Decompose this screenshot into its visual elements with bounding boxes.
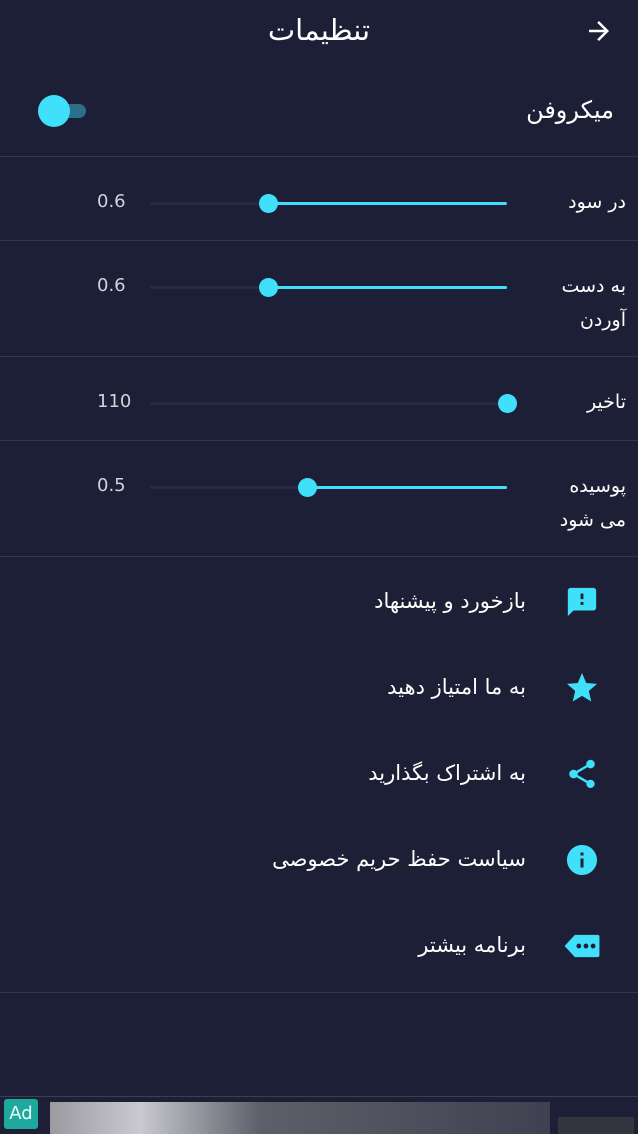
toggle-knob[interactable]: [38, 95, 70, 127]
slider-value: 110: [97, 391, 132, 412]
decay-slider[interactable]: [150, 472, 507, 502]
microphone-label: میکروفن: [526, 96, 614, 124]
slider-label: به دست آوردن: [561, 275, 626, 331]
menu-item-label: سیاست حفظ حریم خصوصی: [272, 847, 526, 871]
slider-label: در سود: [568, 191, 626, 213]
info-icon: [562, 840, 602, 880]
slider-value: 0.6: [97, 275, 126, 296]
ad-side-block: [558, 1117, 634, 1134]
more-apps-icon: [562, 926, 602, 966]
settings-screen: تنظیمات میکروفن در سود 0.6 به دست آوردن: [0, 0, 638, 1134]
slider-fill: [267, 286, 507, 289]
app-bar: تنظیمات: [0, 0, 638, 62]
slider-thumb[interactable]: [258, 194, 278, 213]
ad-image[interactable]: [50, 1102, 550, 1134]
profit-slider[interactable]: [150, 188, 507, 218]
share-icon: [562, 754, 602, 794]
menu-item-privacy[interactable]: سیاست حفظ حریم خصوصی: [0, 815, 638, 901]
ad-badge: Ad: [4, 1099, 38, 1129]
menu-item-feedback[interactable]: بازخورد و پیشنهاد: [0, 557, 638, 643]
page-title: تنظیمات: [267, 13, 371, 47]
menu-item-rate[interactable]: به ما امتیاز دهید: [0, 643, 638, 729]
settings-menu: بازخورد و پیشنهاد به ما امتیاز دهید به ا…: [0, 557, 638, 993]
slider-fill: [267, 202, 507, 205]
ad-banner[interactable]: Ad: [0, 1096, 638, 1134]
slider-thumb[interactable]: [498, 394, 517, 413]
gain-slider[interactable]: [150, 272, 507, 302]
slider-label: تاخیر: [586, 391, 626, 413]
slider-row-profit: در سود 0.6: [0, 157, 638, 241]
back-button[interactable]: [580, 12, 618, 50]
menu-item-label: برنامه بیشتر: [418, 933, 526, 957]
slider-row-delay: تاخیر 110: [0, 357, 638, 441]
menu-item-more-apps[interactable]: برنامه بیشتر: [0, 901, 638, 987]
slider-thumb[interactable]: [298, 478, 318, 497]
menu-item-label: بازخورد و پیشنهاد: [374, 589, 526, 613]
slider-value: 0.6: [97, 191, 126, 212]
slider-value: 0.5: [97, 475, 126, 496]
slider-row-decay: پوسیده می شود 0.5: [0, 441, 638, 557]
feedback-icon: [562, 582, 602, 622]
menu-item-share[interactable]: به اشتراک بگذارید: [0, 729, 638, 815]
slider-thumb[interactable]: [258, 278, 278, 297]
slider-row-gain: به دست آوردن 0.6: [0, 241, 638, 357]
menu-item-label: به ما امتیاز دهید: [387, 675, 526, 699]
arrow-back-icon: [589, 21, 609, 41]
slider-track: [150, 402, 507, 405]
microphone-row: میکروفن: [0, 62, 638, 157]
menu-item-label: به اشتراک بگذارید: [368, 761, 526, 785]
star-icon: [562, 668, 602, 708]
slider-fill: [307, 486, 507, 489]
microphone-toggle[interactable]: [38, 95, 90, 127]
slider-label: پوسیده می شود: [559, 475, 626, 531]
delay-slider[interactable]: [150, 388, 517, 418]
